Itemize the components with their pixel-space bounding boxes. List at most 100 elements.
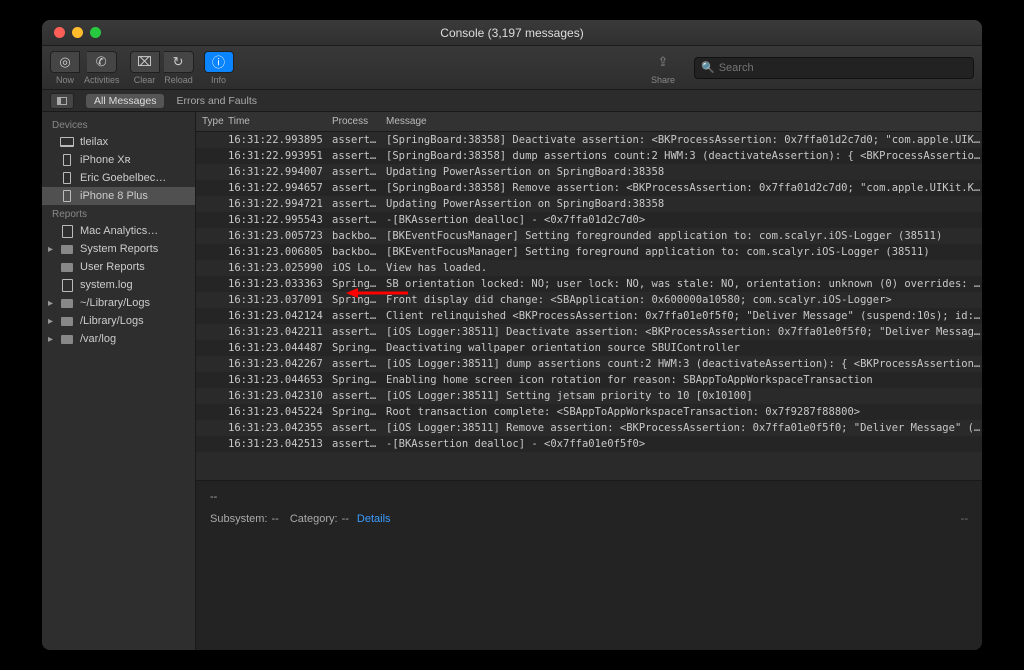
filter-errors-faults[interactable]: Errors and Faults (176, 95, 257, 107)
filter-all-messages[interactable]: All Messages (86, 94, 164, 108)
log-message-cell: Updating PowerAssertion on SpringBoard:3… (386, 198, 982, 210)
close-icon[interactable] (54, 27, 65, 38)
col-type[interactable]: Type (196, 116, 228, 127)
target-icon: ◎ (59, 54, 70, 70)
sidebar-report-0[interactable]: Mac Analytics… (42, 222, 195, 240)
log-row[interactable]: 16:31:23.042310assert…[iOS Logger:38511]… (196, 388, 982, 404)
console-window: Console (3,197 messages) ◎ Now ✆ Activit… (42, 20, 982, 650)
sidebar-icon (57, 97, 67, 105)
sidebar-toggle-button[interactable] (50, 93, 74, 109)
folder-icon (60, 244, 74, 255)
file-icon (60, 280, 74, 291)
sidebar-item-label: system.log (80, 279, 133, 291)
log-row[interactable]: 16:31:23.037091Spring…Front display did … (196, 292, 982, 308)
log-process-cell: assert… (332, 358, 386, 370)
sidebar-report-1[interactable]: ▸System Reports (42, 240, 195, 258)
minimize-icon[interactable] (72, 27, 83, 38)
reload-button[interactable]: ↻ Reload (164, 51, 194, 85)
sidebar-item-label: Mac Analytics… (80, 225, 158, 237)
log-time-cell: 16:31:22.994007 (228, 166, 332, 178)
log-process-cell: assert… (332, 438, 386, 450)
col-time[interactable]: Time (228, 116, 332, 127)
share-button[interactable]: ⇪ Share (648, 51, 678, 85)
folder-icon (60, 298, 74, 309)
col-message[interactable]: Message (386, 116, 982, 127)
sidebar-report-4[interactable]: ▸~/Library/Logs (42, 294, 195, 312)
sidebar-device-2[interactable]: Eric Goebelbec… (42, 169, 195, 187)
sidebar-report-2[interactable]: User Reports (42, 258, 195, 276)
log-process-cell: Spring… (332, 294, 386, 306)
log-process-cell: backbo… (332, 230, 386, 242)
log-columns-header: Type Time Process Message (196, 112, 982, 132)
log-row[interactable]: 16:31:22.994657assert…[SpringBoard:38358… (196, 180, 982, 196)
subsystem-label: Subsystem: (210, 513, 267, 525)
sidebar-item-label: iPhone 8 Plus (80, 190, 148, 202)
log-time-cell: 16:31:23.045224 (228, 406, 332, 418)
detail-right-dashes: -- (961, 513, 968, 525)
laptop-icon (60, 137, 74, 148)
zoom-icon[interactable] (90, 27, 101, 38)
folder-icon (60, 316, 74, 327)
log-row[interactable]: 16:31:23.044487Spring…Deactivating wallp… (196, 340, 982, 356)
log-process-cell: assert… (332, 326, 386, 338)
log-row[interactable]: 16:31:22.993951assert…[SpringBoard:38358… (196, 148, 982, 164)
log-row[interactable]: 16:31:22.993895assert…[SpringBoard:38358… (196, 132, 982, 148)
log-row[interactable]: 16:31:23.033363Spring…SB orientation loc… (196, 276, 982, 292)
log-row[interactable]: 16:31:23.042513assert…-[BKAssertion deal… (196, 436, 982, 452)
log-message-cell: SB orientation locked: NO; user lock: NO… (386, 278, 982, 290)
sidebar-item-label: iPhone Xʀ (80, 154, 131, 166)
log-time-cell: 16:31:23.042310 (228, 390, 332, 402)
log-row[interactable]: 16:31:22.995543assert…-[BKAssertion deal… (196, 212, 982, 228)
log-time-cell: 16:31:23.005723 (228, 230, 332, 242)
log-process-cell: assert… (332, 166, 386, 178)
log-time-cell: 16:31:23.006805 (228, 246, 332, 258)
search-field[interactable]: 🔍 (694, 57, 974, 79)
log-row[interactable]: 16:31:23.042267assert…[iOS Logger:38511]… (196, 356, 982, 372)
log-process-cell: assert… (332, 214, 386, 226)
log-process-cell: assert… (332, 198, 386, 210)
phone-icon (60, 155, 74, 166)
log-row[interactable]: 16:31:23.025990iOS Lo…View has loaded. (196, 260, 982, 276)
search-input[interactable] (719, 62, 967, 74)
sidebar-device-0[interactable]: tleilax (42, 133, 195, 151)
log-body[interactable]: 16:31:22.993895assert…[SpringBoard:38358… (196, 132, 982, 480)
log-time-cell: 16:31:23.042211 (228, 326, 332, 338)
log-time-cell: 16:31:23.044653 (228, 374, 332, 386)
sidebar-report-6[interactable]: ▸/var/log (42, 330, 195, 348)
chevron-right-icon: ▸ (48, 334, 53, 345)
log-row[interactable]: 16:31:23.006805backbo…[BKEventFocusManag… (196, 244, 982, 260)
log-process-cell: assert… (332, 134, 386, 146)
sidebar-device-1[interactable]: iPhone Xʀ (42, 151, 195, 169)
chevron-right-icon: ▸ (48, 298, 53, 309)
clear-icon: ⌧ (137, 54, 152, 70)
log-row[interactable]: 16:31:23.005723backbo…[BKEventFocusManag… (196, 228, 982, 244)
phone-icon: ✆ (96, 54, 107, 70)
log-time-cell: 16:31:23.033363 (228, 278, 332, 290)
info-group: ⓘ Info (204, 51, 234, 85)
log-row[interactable]: 16:31:22.994007assert…Updating PowerAsse… (196, 164, 982, 180)
sidebar-report-5[interactable]: ▸/Library/Logs (42, 312, 195, 330)
col-process[interactable]: Process (332, 116, 386, 127)
sidebar-item-label: /Library/Logs (80, 315, 144, 327)
log-row[interactable]: 16:31:23.042124assert…Client relinquishe… (196, 308, 982, 324)
main-area: Devices tleilaxiPhone XʀEric Goebelbec…i… (42, 112, 982, 650)
log-row[interactable]: 16:31:23.044653Spring…Enabling home scre… (196, 372, 982, 388)
log-process-cell: assert… (332, 390, 386, 402)
sidebar-report-3[interactable]: system.log (42, 276, 195, 294)
category-label: Category: (290, 513, 338, 525)
details-link[interactable]: Details (357, 513, 391, 525)
log-row[interactable]: 16:31:23.042211assert…[iOS Logger:38511]… (196, 324, 982, 340)
log-process-cell: assert… (332, 422, 386, 434)
activities-button[interactable]: ✆ Activities (84, 51, 120, 85)
now-button[interactable]: ◎ Now (50, 51, 80, 85)
log-message-cell: [iOS Logger:38511] dump assertions count… (386, 358, 982, 370)
log-process-cell: assert… (332, 150, 386, 162)
log-row[interactable]: 16:31:23.045224Spring…Root transaction c… (196, 404, 982, 420)
clear-button[interactable]: ⌧ Clear (130, 51, 160, 85)
info-button[interactable]: ⓘ Info (204, 51, 234, 85)
log-message-cell: Enabling home screen icon rotation for r… (386, 374, 982, 386)
sidebar-device-3[interactable]: iPhone 8 Plus (42, 187, 195, 205)
log-row[interactable]: 16:31:23.042355assert…[iOS Logger:38511]… (196, 420, 982, 436)
log-process-cell: iOS Lo… (332, 262, 386, 274)
log-row[interactable]: 16:31:22.994721assert…Updating PowerAsse… (196, 196, 982, 212)
